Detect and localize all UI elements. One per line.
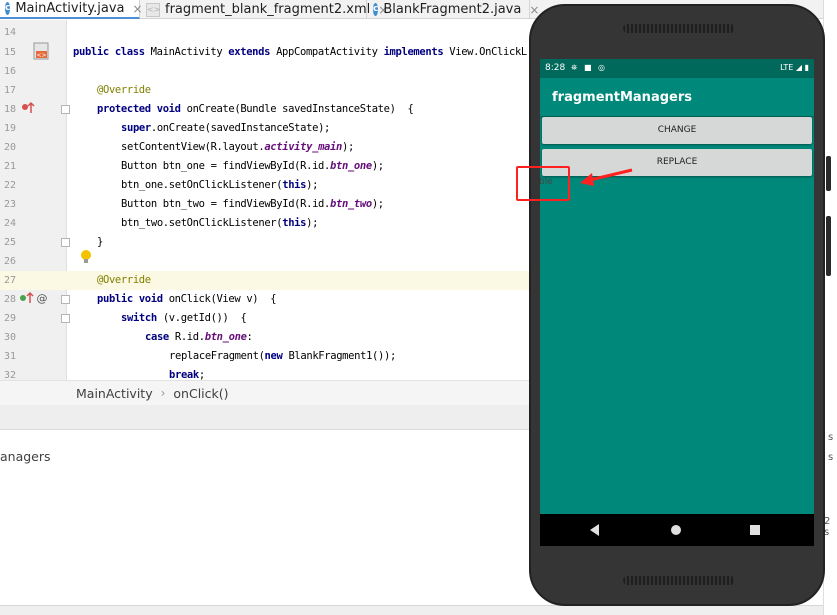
code-text: @Override [97, 274, 151, 286]
line-number: 19 [3, 123, 16, 134]
status-time: 8:28 [545, 63, 566, 73]
code-text: public class MainActivity extends AppCom… [73, 46, 527, 58]
code-text: Button btn_two = findViewById(R.id.btn_t… [121, 198, 384, 210]
code-text: btn_one.setOnClickListener(this); [121, 179, 319, 191]
java-class-icon: c [5, 2, 11, 15]
fold-toggle-icon[interactable] [61, 295, 70, 304]
ide-status-bar [0, 605, 837, 615]
code-text: btn_two.setOnClickListener(this); [121, 217, 319, 229]
line-number: 30 [3, 332, 16, 343]
fold-toggle-icon[interactable] [61, 314, 70, 323]
xml-file-icon: <> [146, 2, 160, 17]
fold-toggle-icon[interactable] [61, 238, 70, 247]
android-emulator: 8:28 ⛯ ■ ◎ LTE ◢ ▮ fragmentManagers CHAN… [529, 4, 831, 606]
app-title: fragmentManagers [552, 90, 692, 105]
app-toolbar: fragmentManagers [540, 78, 814, 116]
line-number: 27 [3, 275, 16, 286]
line-number: 22 [3, 180, 16, 191]
phone-speaker-top [623, 24, 735, 33]
edge-text: s [828, 432, 834, 443]
code-text: public void onClick(View v) { [97, 293, 277, 305]
signal-battery-icons: LTE ◢ ▮ [780, 63, 809, 72]
right-edge-panel: s s 2 s [823, 0, 837, 615]
line-number: 25 [3, 237, 16, 248]
annotation-arrow-icon [580, 168, 633, 186]
line-number: 17 [3, 85, 16, 96]
code-text: protected void onCreate(Bundle savedInst… [97, 103, 414, 115]
code-text: replaceFragment(new BlankFragment1()); [169, 350, 396, 362]
android-status-bar: 8:28 ⛯ ■ ◎ LTE ◢ ▮ [540, 59, 814, 78]
line-number: 18 [3, 104, 16, 115]
project-name-text: anagers [0, 449, 51, 464]
edge-text: 2 s [824, 516, 831, 538]
annotation-highlight-box [516, 166, 570, 201]
chevron-right-icon: › [160, 386, 166, 400]
breadcrumb-method[interactable]: onClick() [173, 386, 228, 401]
line-number: 23 [3, 199, 16, 210]
phone-screen: 8:28 ⛯ ■ ◎ LTE ◢ ▮ fragmentManagers CHAN… [540, 59, 814, 546]
breadcrumb-class[interactable]: MainActivity [76, 386, 153, 401]
code-text: break; [169, 369, 205, 380]
line-number: 14 [3, 27, 16, 38]
change-button[interactable]: CHANGE [542, 117, 812, 144]
line-number: 15 [3, 47, 16, 58]
android-nav-bar [540, 514, 814, 546]
line-number: 16 [3, 66, 16, 77]
code-text: setContentView(R.layout.activity_main); [121, 141, 354, 153]
edge-text: s [828, 452, 834, 463]
tab-mainactivity[interactable]: c MainActivity.java × [0, 0, 143, 19]
svg-text:<>: <> [36, 52, 46, 59]
line-number: 28 [3, 294, 16, 305]
code-text: @Override [97, 84, 151, 96]
line-number: 21 [3, 161, 16, 172]
lightbulb-icon[interactable] [80, 249, 92, 271]
line-number: 24 [3, 218, 16, 229]
fold-toggle-icon[interactable] [61, 105, 70, 114]
notification-icons: ⛯ ■ ◎ [571, 63, 608, 72]
code-text: case R.id.btn_one: [145, 331, 253, 343]
tab-label: BlankFragment2.java [383, 2, 522, 17]
code-text: Button btn_one = findViewById(R.id.btn_o… [121, 160, 384, 172]
code-text: } [97, 236, 103, 248]
tab-blankfragment2[interactable]: c BlankFragment2.java × [368, 0, 539, 19]
line-number: 20 [3, 142, 16, 153]
back-icon[interactable] [590, 524, 599, 536]
line-number: 31 [3, 351, 16, 362]
line-number: 26 [3, 256, 16, 267]
code-text: super.onCreate(savedInstanceState); [121, 122, 331, 134]
phone-speaker-bottom [623, 576, 735, 585]
volume-button[interactable] [826, 216, 831, 276]
code-text: switch (v.getId()) { [121, 312, 247, 324]
tab-fragment-blank-fragment2-xml[interactable]: <> fragment_blank_fragment2.xml × [141, 0, 388, 19]
recent-apps-icon[interactable] [750, 525, 760, 535]
svg-text:@: @ [37, 292, 48, 305]
power-button[interactable] [826, 156, 831, 191]
line-number: 29 [3, 313, 16, 324]
tab-label: fragment_blank_fragment2.xml [165, 2, 371, 17]
java-class-icon: c [373, 3, 379, 16]
home-icon[interactable] [671, 525, 681, 535]
line-number: 32 [3, 370, 16, 380]
tab-label: MainActivity.java [15, 1, 125, 16]
